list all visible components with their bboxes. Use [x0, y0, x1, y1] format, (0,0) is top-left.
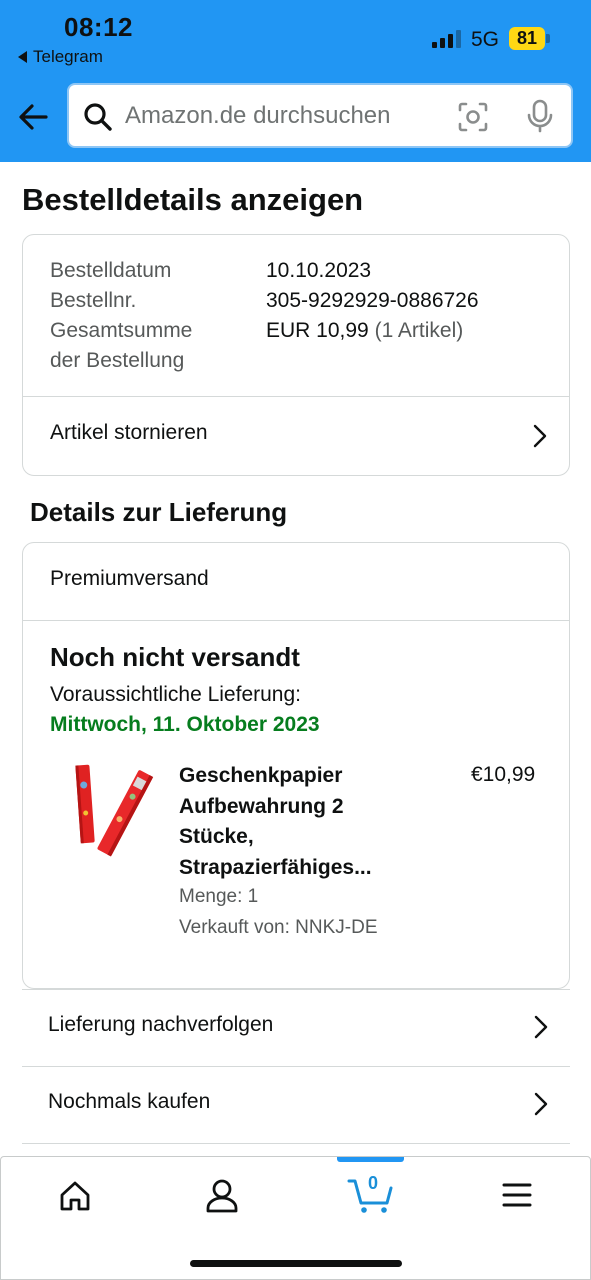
- app-header: 08:12 Telegram 5G 81: [0, 0, 591, 162]
- battery-icon: 81: [509, 27, 545, 50]
- active-tab-indicator: [337, 1157, 404, 1162]
- order-date-value: 10.10.2023: [266, 259, 372, 282]
- list-row-partial: [22, 1143, 570, 1156]
- expected-delivery-label: Voraussichtliche Lieferung:: [50, 683, 301, 706]
- track-delivery-row[interactable]: Lieferung nachverfolgen: [22, 989, 570, 1066]
- network-label: 5G: [471, 28, 500, 51]
- delivery-card: Premiumversand Noch nicht versandt Vorau…: [22, 542, 570, 989]
- search-icon: [84, 103, 112, 131]
- product-image[interactable]: [73, 763, 155, 863]
- order-item-count: (1 Artikel): [374, 319, 464, 342]
- order-summary-card: Bestelldatum 10.10.2023 Bestellnr. 305-9…: [22, 234, 570, 476]
- product-title-line: Strapazierfähiges...: [179, 855, 372, 879]
- product-title-line: Aufbewahrung 2: [179, 794, 344, 818]
- page-title: Bestelldetails anzeigen: [22, 182, 364, 217]
- back-app-label: Telegram: [33, 47, 103, 66]
- order-total-label-cont: der Bestellung: [50, 349, 185, 372]
- order-number-label: Bestellnr.: [50, 289, 137, 312]
- track-delivery-label: Lieferung nachverfolgen: [48, 1013, 274, 1036]
- cancel-items-row[interactable]: Artikel stornieren: [23, 397, 569, 475]
- order-total-value: EUR 10,99 (1 Artikel): [266, 316, 463, 346]
- back-to-app-link[interactable]: Telegram: [18, 47, 103, 67]
- cart-button[interactable]: 0: [341, 1171, 401, 1215]
- shipping-type: Premiumversand: [50, 567, 209, 590]
- order-total-label: Gesamtsumme: [50, 319, 193, 342]
- expected-delivery-date: Mittwoch, 11. Oktober 2023: [50, 713, 320, 736]
- order-date-label: Bestelldatum: [50, 259, 172, 282]
- order-number-value: 305-9292929-0886726: [266, 289, 479, 312]
- search-bar[interactable]: [67, 83, 573, 148]
- status-time: 08:12: [64, 12, 133, 42]
- delivery-section-title: Details zur Lieferung: [30, 497, 288, 527]
- back-arrow-icon[interactable]: [16, 99, 52, 135]
- buy-again-label: Nochmals kaufen: [48, 1090, 211, 1113]
- chevron-right-icon: [533, 424, 547, 448]
- chevron-right-icon: [534, 1092, 548, 1116]
- cancel-items-label: Artikel stornieren: [50, 421, 208, 444]
- battery-tip: [546, 34, 550, 43]
- search-input[interactable]: [125, 85, 445, 146]
- home-indicator: [190, 1260, 402, 1267]
- cart-count-badge: 0: [368, 1173, 379, 1193]
- menu-icon[interactable]: [487, 1175, 547, 1215]
- buy-again-row[interactable]: Nochmals kaufen: [22, 1066, 570, 1143]
- chevron-right-icon: [534, 1015, 548, 1039]
- product-seller: Verkauft von: NNKJ-DE: [179, 917, 378, 938]
- divider: [23, 620, 569, 621]
- back-triangle-icon: [18, 51, 27, 63]
- product-price: €10,99: [471, 763, 536, 786]
- home-icon[interactable]: [45, 1175, 105, 1215]
- product-title-link[interactable]: Geschenkpapier Aufbewahrung 2 Stücke, St…: [179, 761, 409, 883]
- signal-icon: [432, 30, 461, 48]
- shipment-status: Noch nicht versandt: [50, 642, 300, 672]
- product-quantity: Menge: 1: [179, 886, 259, 907]
- product-title-line: Stücke,: [179, 825, 254, 848]
- microphone-icon[interactable]: [525, 99, 555, 133]
- camera-icon[interactable]: [457, 101, 489, 133]
- product-title-line: Geschenkpapier: [179, 764, 343, 787]
- account-icon[interactable]: [192, 1175, 252, 1215]
- order-total-amount: EUR 10,99: [266, 319, 369, 342]
